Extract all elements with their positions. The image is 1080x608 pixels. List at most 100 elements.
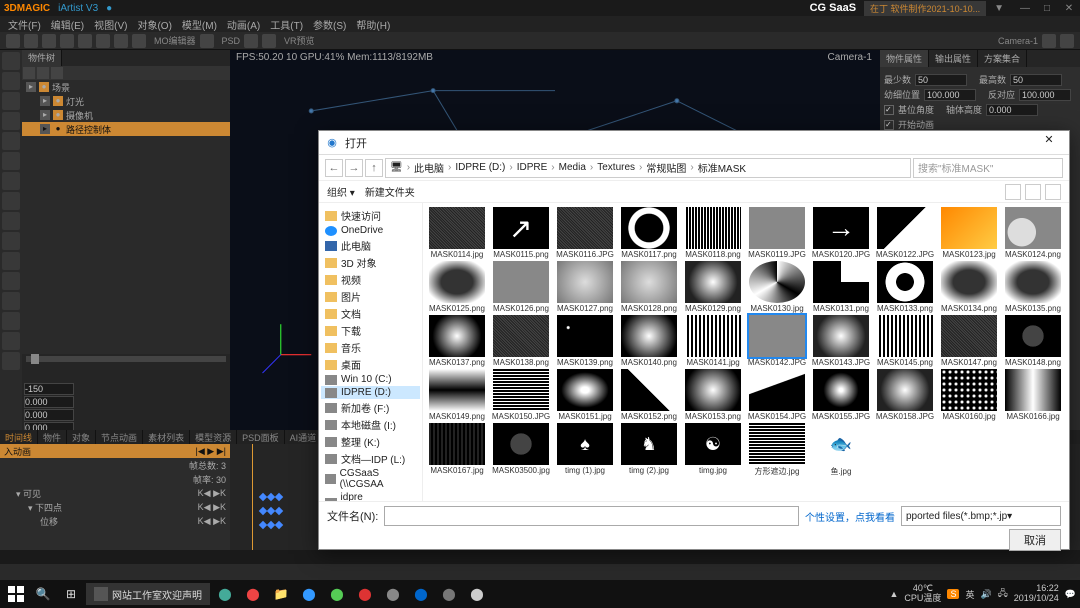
- scene-panel-tab[interactable]: 物件树: [22, 50, 62, 66]
- settings-link[interactable]: 个性设置，点我看看: [805, 509, 895, 524]
- scene-tree[interactable]: ▸●场景▸●灯光▸●摄像机▸●路径控制体: [22, 80, 230, 354]
- time-slider[interactable]: [22, 354, 230, 380]
- sidebar-item[interactable]: 文档: [321, 305, 420, 322]
- tool-icon[interactable]: [42, 34, 56, 48]
- timeline-tab[interactable]: 素材列表: [143, 430, 190, 444]
- nav-up-button[interactable]: ↑: [365, 159, 383, 177]
- tree-row[interactable]: ▸●场景: [22, 80, 230, 94]
- tool-icon[interactable]: [244, 34, 258, 48]
- app-icon[interactable]: ⬤: [324, 582, 350, 606]
- tool-icon[interactable]: [2, 112, 20, 130]
- tool-icon[interactable]: [114, 34, 128, 48]
- file-item[interactable]: MASK0154.JPG: [747, 369, 807, 421]
- tray-icon[interactable]: 🔊: [980, 589, 991, 600]
- doc-tab[interactable]: 在丁 软件制作2021-10-10...: [864, 1, 986, 16]
- cancel-button[interactable]: 取消: [1009, 529, 1061, 551]
- crumb-item[interactable]: 此电脑: [414, 160, 444, 175]
- tool-icon[interactable]: [2, 92, 20, 110]
- sidebar-item[interactable]: 视频: [321, 271, 420, 288]
- tool-icon[interactable]: [2, 132, 20, 150]
- file-item[interactable]: MASK0160.jpg: [939, 369, 999, 421]
- sidebar-item[interactable]: 下载: [321, 322, 420, 339]
- clock[interactable]: 16:222019/10/24: [1014, 584, 1059, 604]
- sidebar-item[interactable]: 快速访问: [321, 207, 420, 224]
- props-tab[interactable]: 方案集合: [978, 50, 1027, 67]
- menu-item[interactable]: 模型(M): [182, 17, 217, 32]
- tool-icon[interactable]: [2, 312, 20, 330]
- file-item[interactable]: MASK0138.png: [491, 315, 551, 367]
- file-item[interactable]: MASK0151.jpg: [555, 369, 615, 421]
- track-header[interactable]: 入动画|◀ ▶ ▶|: [0, 444, 230, 458]
- file-item[interactable]: MASK0130.jpg: [747, 261, 807, 313]
- file-item[interactable]: MASK0158.JPG: [875, 369, 935, 421]
- nav-fwd-button[interactable]: →: [345, 159, 363, 177]
- timeline-tab[interactable]: 物件: [38, 430, 67, 444]
- prop-input[interactable]: [986, 104, 1038, 116]
- tool-icon[interactable]: [1060, 34, 1074, 48]
- file-item[interactable]: ♞timg (2).jpg: [619, 423, 679, 477]
- file-item[interactable]: MASK0134.png: [939, 261, 999, 313]
- sidebar-item[interactable]: 3D 对象: [321, 254, 420, 271]
- file-item[interactable]: MASK0153.png: [683, 369, 743, 421]
- tray-icon[interactable]: ▲: [890, 589, 899, 599]
- sidebar-item[interactable]: IDPRE (D:): [321, 386, 420, 399]
- search-input[interactable]: 搜索"标准MASK": [913, 158, 1063, 178]
- file-item[interactable]: ♠timg (1).jpg: [555, 423, 615, 477]
- tool-icon[interactable]: [2, 232, 20, 250]
- sidebar-item[interactable]: 桌面: [321, 356, 420, 373]
- file-item[interactable]: MASK0131.png: [811, 261, 871, 313]
- sidebar-item[interactable]: 文档—IDP (L:): [321, 450, 420, 467]
- tool-icon[interactable]: [2, 272, 20, 290]
- app-icon[interactable]: ⬤: [464, 582, 490, 606]
- tool-icon[interactable]: [262, 34, 276, 48]
- sidebar-item[interactable]: 此电脑: [321, 237, 420, 254]
- tool-icon[interactable]: [2, 72, 20, 90]
- menu-item[interactable]: 帮助(H): [356, 17, 390, 32]
- app-icon[interactable]: ⬤: [436, 582, 462, 606]
- file-item[interactable]: MASK0115.png: [491, 207, 551, 259]
- tool-icon[interactable]: [2, 292, 20, 310]
- sidebar-item[interactable]: OneDrive: [321, 224, 420, 237]
- app-icon[interactable]: ⬤: [408, 582, 434, 606]
- tree-tool-icon[interactable]: [23, 67, 35, 79]
- file-item[interactable]: MASK0149.png: [427, 369, 487, 421]
- file-item[interactable]: MASK0122.JPG: [875, 207, 935, 259]
- file-item[interactable]: ☯timg.jpg: [683, 423, 743, 477]
- file-item[interactable]: MASK0166.jpg: [1003, 369, 1063, 421]
- timeline-tab[interactable]: 时间线: [0, 430, 38, 444]
- file-item[interactable]: MASK0125.png: [427, 261, 487, 313]
- file-item[interactable]: MASK0118.png: [683, 207, 743, 259]
- maximize-button[interactable]: □: [1040, 3, 1054, 13]
- crumb-item[interactable]: 常规贴图: [646, 160, 686, 175]
- sidebar-item[interactable]: 新加卷 (F:): [321, 399, 420, 416]
- file-item[interactable]: MASK0127.png: [555, 261, 615, 313]
- file-item[interactable]: MASK0116.JPG: [555, 207, 615, 259]
- file-item[interactable]: MASK0155.JPG: [811, 369, 871, 421]
- menu-item[interactable]: 编辑(E): [51, 17, 84, 32]
- tool-icon[interactable]: [60, 34, 74, 48]
- file-item[interactable]: 🐟鱼.jpg: [811, 423, 871, 477]
- prop-input[interactable]: [924, 89, 976, 101]
- tool-icon[interactable]: [2, 172, 20, 190]
- file-item[interactable]: MASK0150.JPG: [491, 369, 551, 421]
- file-item[interactable]: MASK0145.png: [875, 315, 935, 367]
- tool-icon[interactable]: [96, 34, 110, 48]
- file-item[interactable]: MASK0123.jpg: [939, 207, 999, 259]
- sidebar-item[interactable]: 整理 (K:): [321, 433, 420, 450]
- file-item[interactable]: MASK0143.JPG: [811, 315, 871, 367]
- file-item[interactable]: MASK0119.JPG: [747, 207, 807, 259]
- sidebar-item[interactable]: 音乐: [321, 339, 420, 356]
- filename-input[interactable]: [384, 506, 799, 526]
- file-item[interactable]: MASK0137.png: [427, 315, 487, 367]
- sidebar-item[interactable]: CGSaaS (\\CGSAA: [321, 467, 420, 491]
- tree-row[interactable]: ▸●路径控制体: [22, 122, 230, 136]
- dialog-close-button[interactable]: ✕: [1035, 133, 1063, 153]
- timeline-tab[interactable]: 节点动画: [96, 430, 143, 444]
- nav-back-button[interactable]: ←: [325, 159, 343, 177]
- file-item[interactable]: MASK0120.JPG: [811, 207, 871, 259]
- tool-icon[interactable]: [132, 34, 146, 48]
- tool-icon[interactable]: [2, 212, 20, 230]
- tool-icon[interactable]: [24, 34, 38, 48]
- keyframe-buttons[interactable]: K◀ ▶K: [198, 516, 226, 527]
- checkbox[interactable]: [884, 120, 894, 130]
